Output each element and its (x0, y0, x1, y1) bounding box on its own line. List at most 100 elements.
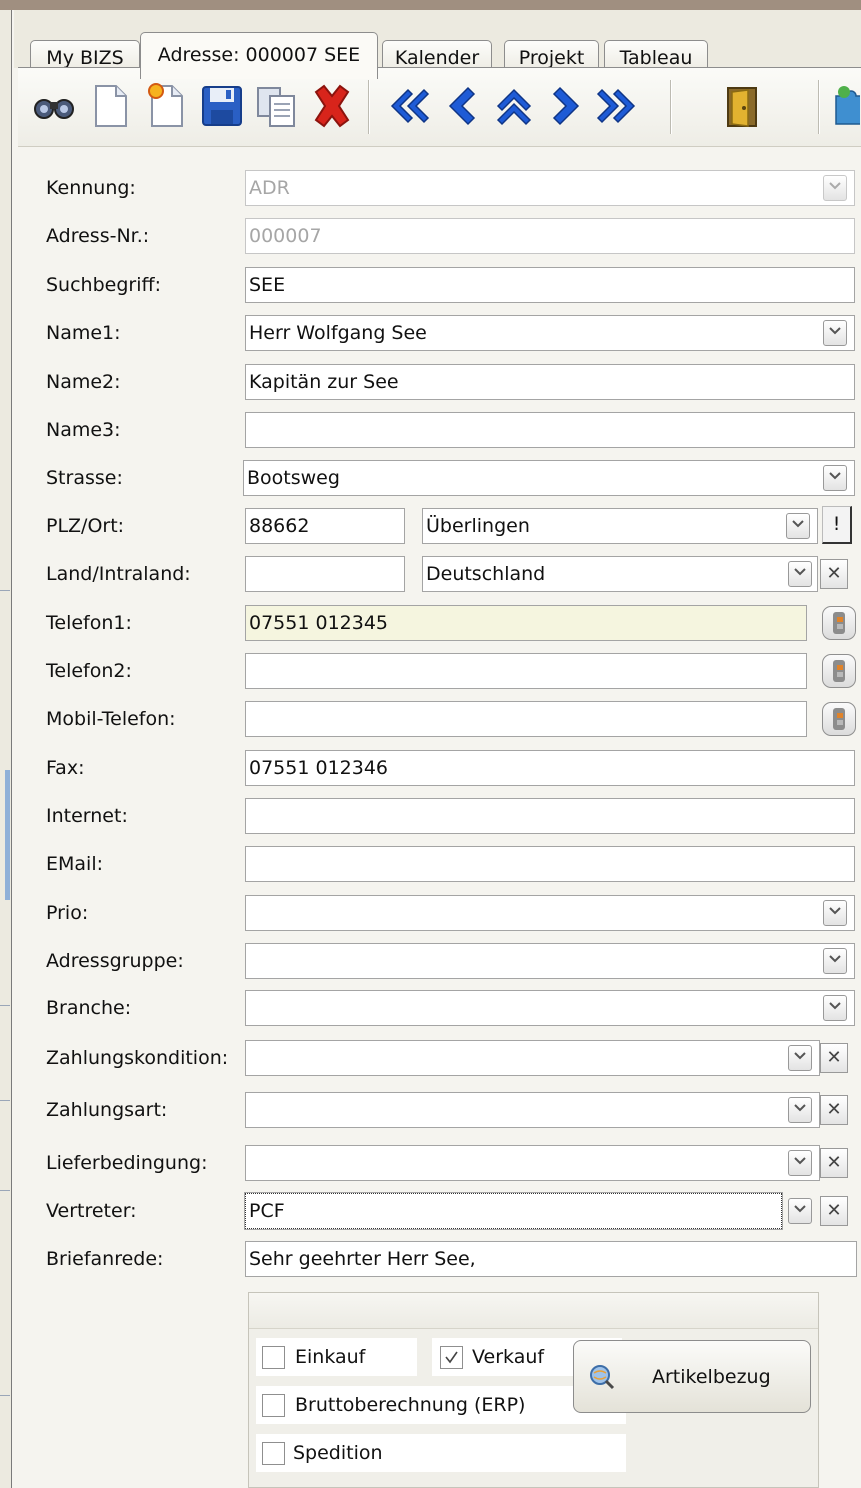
left-panel-edge (0, 10, 12, 1488)
spedition-label: Spedition (293, 1442, 383, 1464)
label-name2: Name2: (46, 371, 121, 393)
first-record-icon[interactable] (384, 82, 432, 130)
ort-lookup-button[interactable]: ! (822, 506, 852, 544)
label-branche: Branche: (46, 997, 132, 1019)
zahlungsart-clear-icon[interactable]: ✕ (820, 1095, 848, 1125)
save-disk-icon[interactable] (198, 82, 246, 130)
mobil-field[interactable] (245, 701, 807, 737)
briefanrede-field[interactable]: Sehr geehrter Herr See, (245, 1241, 857, 1277)
zahlungskondition-dropdown-icon[interactable] (788, 1045, 812, 1071)
next-record-icon[interactable] (542, 82, 590, 130)
artikelbezug-label: Artikelbezug (652, 1366, 771, 1388)
previous-record-icon[interactable] (438, 82, 486, 130)
verkauf-label: Verkauf (472, 1346, 545, 1368)
einkauf-checkbox[interactable] (262, 1346, 285, 1369)
land-field[interactable]: Deutschland (422, 556, 818, 592)
lieferbedingung-field[interactable] (245, 1145, 820, 1181)
adressgruppe-dropdown-icon[interactable] (823, 948, 847, 974)
adressgruppe-field[interactable] (245, 943, 855, 979)
ort-dropdown-icon[interactable] (786, 513, 810, 539)
label-fax: Fax: (46, 757, 85, 779)
label-zahlungskondition: Zahlungskondition: (46, 1047, 229, 1069)
phone-dial-icon[interactable] (822, 702, 856, 736)
telefon2-field[interactable] (245, 653, 807, 689)
brutto-label: Bruttoberechnung (ERP) (295, 1394, 526, 1416)
toolbar (18, 67, 861, 147)
brutto-checkbox[interactable] (262, 1394, 285, 1417)
verkauf-checkbox[interactable] (440, 1346, 463, 1369)
name1-field[interactable]: Herr Wolfgang See (245, 315, 855, 351)
intraland-field[interactable] (245, 556, 405, 592)
einkauf-label: Einkauf (295, 1346, 366, 1368)
label-email: EMail: (46, 853, 103, 875)
delete-x-icon[interactable] (308, 82, 356, 130)
zahlungsart-field[interactable] (245, 1092, 820, 1128)
label-telefon1: Telefon1: (46, 612, 132, 634)
ort-field[interactable]: Überlingen (422, 508, 818, 544)
artikelbezug-button[interactable]: Artikelbezug (573, 1340, 811, 1413)
telefon1-field[interactable]: 07551 012345 (245, 605, 807, 641)
fax-field[interactable]: 07551 012346 (245, 750, 855, 786)
magnifier-globe-icon (590, 1365, 615, 1390)
name2-field[interactable]: Kapitän zur See (245, 364, 855, 400)
phone-dial-icon[interactable] (822, 606, 856, 640)
label-vertreter: Vertreter: (46, 1200, 137, 1222)
suchbegriff-field[interactable]: SEE (245, 267, 855, 303)
tab-strip: My BIZS Adresse: 000007 SEE Kalender Pro… (14, 10, 861, 79)
name1-dropdown-icon[interactable] (823, 320, 847, 346)
label-name1: Name1: (46, 322, 121, 344)
last-record-icon[interactable] (594, 82, 642, 130)
label-adressgruppe: Adressgruppe: (46, 950, 184, 972)
plz-field[interactable]: 88662 (245, 508, 405, 544)
label-adress-nr: Adress-Nr.: (46, 225, 150, 247)
strasse-field[interactable]: Bootsweg (243, 460, 855, 496)
prio-field[interactable] (245, 895, 855, 931)
label-mobil: Mobil-Telefon: (46, 708, 176, 730)
adress-nr-field[interactable]: 000007 (245, 218, 855, 254)
new-document-star-icon[interactable] (142, 82, 190, 130)
label-plz-ort: PLZ/Ort: (46, 515, 125, 537)
zahlungskondition-field[interactable] (245, 1040, 820, 1076)
internet-field[interactable] (245, 798, 855, 834)
branche-dropdown-icon[interactable] (823, 995, 847, 1021)
label-suchbegriff: Suchbegriff: (46, 274, 161, 296)
copy-document-icon[interactable] (252, 82, 300, 130)
up-record-icon[interactable] (490, 82, 538, 130)
tab-adresse[interactable]: Adresse: 000007 SEE (140, 32, 378, 79)
zahlungsart-dropdown-icon[interactable] (788, 1097, 812, 1123)
label-lieferbedingung: Lieferbedingung: (46, 1152, 208, 1174)
branche-field[interactable] (245, 990, 855, 1026)
strasse-dropdown-icon[interactable] (823, 465, 847, 491)
name3-field[interactable] (245, 412, 855, 448)
checkmark-icon (445, 1351, 458, 1364)
kennung-dropdown-icon[interactable] (823, 175, 847, 201)
vertreter-dropdown-icon[interactable] (788, 1198, 812, 1224)
label-name3: Name3: (46, 419, 121, 441)
land-dropdown-icon[interactable] (788, 561, 812, 587)
exit-door-icon[interactable] (718, 82, 766, 130)
prio-dropdown-icon[interactable] (823, 900, 847, 926)
email-field[interactable] (245, 846, 855, 882)
vertreter-clear-icon[interactable]: ✕ (820, 1196, 848, 1226)
label-prio: Prio: (46, 902, 89, 924)
lieferbedingung-clear-icon[interactable]: ✕ (820, 1148, 848, 1178)
window-top-border (0, 0, 861, 10)
binoculars-icon[interactable] (30, 82, 78, 130)
spedition-checkbox[interactable] (262, 1442, 285, 1465)
label-telefon2: Telefon2: (46, 660, 132, 682)
new-document-icon[interactable] (86, 82, 134, 130)
label-kennung: Kennung: (46, 177, 136, 199)
puzzle-icon[interactable] (830, 82, 860, 130)
label-briefanrede: Briefanrede: (46, 1248, 164, 1270)
label-zahlungsart: Zahlungsart: (46, 1099, 168, 1121)
label-internet: Internet: (46, 805, 128, 827)
kennung-field[interactable]: ADR (245, 170, 855, 206)
label-land: Land/Intraland: (46, 563, 191, 585)
label-strasse: Strasse: (46, 467, 123, 489)
zahlungskondition-clear-icon[interactable]: ✕ (820, 1043, 848, 1073)
land-clear-icon[interactable]: ✕ (820, 559, 848, 589)
vertreter-field[interactable]: PCF (244, 1192, 783, 1230)
phone-dial-icon[interactable] (822, 654, 856, 688)
lieferbedingung-dropdown-icon[interactable] (788, 1150, 812, 1176)
options-group-header (249, 1293, 818, 1329)
